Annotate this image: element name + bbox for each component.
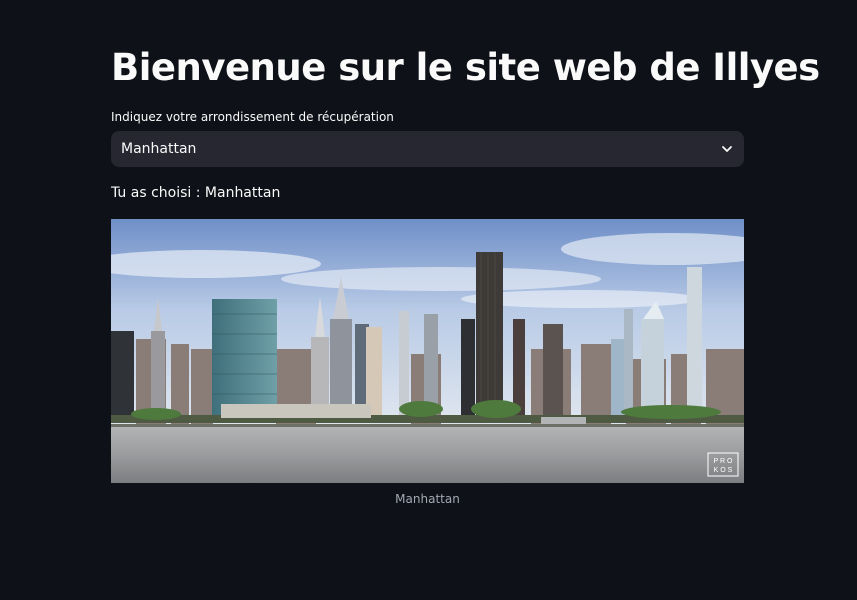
chosen-value: Manhattan [204, 185, 281, 201]
borough-select-value: Manhattan [121, 141, 197, 157]
page-title: Bienvenue sur le site web de Illyes [111, 46, 820, 89]
borough-select[interactable]: Manhattan [111, 131, 744, 167]
svg-text:K O S: K O S [714, 467, 733, 474]
chosen-borough-text: Tu as choisi : Manhattan [111, 185, 280, 202]
image-caption: Manhattan [395, 492, 460, 506]
skyline-photo: P R O K O S [111, 219, 744, 483]
borough-select-label: Indiquez votre arrondissement de récupér… [111, 110, 394, 124]
svg-text:P R O: P R O [714, 458, 733, 465]
chosen-prefix: Tu as choisi : [111, 185, 205, 201]
chevron-down-icon[interactable] [720, 142, 734, 156]
skyline-image: P R O K O S [111, 219, 744, 483]
